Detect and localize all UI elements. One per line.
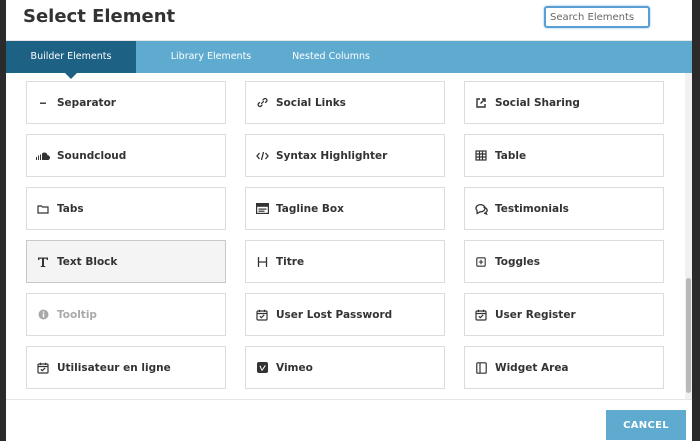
element-card-testimonials[interactable]: Testimonials <box>464 187 664 230</box>
link-icon <box>255 96 269 110</box>
element-label: Widget Area <box>495 361 569 374</box>
calendar-check-icon <box>36 361 50 375</box>
element-label: User Lost Password <box>276 308 393 321</box>
element-label: Text Block <box>57 255 118 268</box>
tab-builder-elements[interactable]: Builder Elements <box>6 41 136 79</box>
element-card-utilisateur-en-ligne[interactable]: Utilisateur en ligne <box>26 346 226 389</box>
element-label: Social Sharing <box>495 96 580 109</box>
tab-bar: Builder Elements Library Elements Nested… <box>6 41 692 79</box>
info-circle-icon <box>36 308 50 322</box>
text-icon <box>36 255 50 269</box>
element-label: Tooltip <box>57 308 97 321</box>
element-card-user-register[interactable]: User Register <box>464 293 664 336</box>
modal-footer: CANCEL <box>6 399 692 441</box>
folder-icon <box>36 202 50 216</box>
separator-icon <box>36 96 50 110</box>
element-card-social-sharing[interactable]: Social Sharing <box>464 81 664 124</box>
element-card-vimeo[interactable]: Vimeo <box>245 346 445 389</box>
element-card-tooltip[interactable]: Tooltip <box>26 293 226 336</box>
element-card-titre[interactable]: Titre <box>245 240 445 283</box>
select-element-modal: Select Element Builder Elements Library … <box>6 0 692 441</box>
grid-scrollbar[interactable] <box>685 73 692 399</box>
element-card-soundcloud[interactable]: Soundcloud <box>26 134 226 177</box>
element-label: Table <box>495 149 527 162</box>
tagline-box-icon <box>255 202 269 216</box>
element-label: User Register <box>495 308 576 321</box>
element-label: Syntax Highlighter <box>276 149 388 162</box>
element-grid: Separator Social Links Social Sharing So… <box>6 73 684 399</box>
soundcloud-icon <box>36 149 50 163</box>
tab-library-elements[interactable]: Library Elements <box>156 41 266 73</box>
element-label: Social Links <box>276 96 346 109</box>
speech-bubble-icon <box>474 202 488 216</box>
element-card-tabs[interactable]: Tabs <box>26 187 226 230</box>
share-icon <box>474 96 488 110</box>
element-card-table[interactable]: Table <box>464 134 664 177</box>
modal-title: Select Element <box>23 6 176 27</box>
plus-square-icon <box>474 255 488 269</box>
element-card-tagline-box[interactable]: Tagline Box <box>245 187 445 230</box>
element-card-user-lost-password[interactable]: User Lost Password <box>245 293 445 336</box>
element-label: Separator <box>57 96 116 109</box>
element-label: Utilisateur en ligne <box>57 361 171 374</box>
element-card-syntax-highlighter[interactable]: Syntax Highlighter <box>245 134 445 177</box>
element-label: Toggles <box>495 255 540 268</box>
cancel-button[interactable]: CANCEL <box>606 410 686 440</box>
element-label: Vimeo <box>276 361 313 374</box>
element-card-text-block[interactable]: Text Block <box>26 240 226 283</box>
modal-header: Select Element <box>6 0 692 41</box>
element-card-social-links[interactable]: Social Links <box>245 81 445 124</box>
tab-nested-columns[interactable]: Nested Columns <box>281 41 381 73</box>
code-icon <box>255 149 269 163</box>
calendar-check-icon <box>474 308 488 322</box>
element-label: Tagline Box <box>276 202 344 215</box>
element-card-toggles[interactable]: Toggles <box>464 240 664 283</box>
vimeo-icon <box>255 361 269 375</box>
calendar-check-icon <box>255 308 269 322</box>
element-label: Testimonials <box>495 202 569 215</box>
element-label: Tabs <box>57 202 84 215</box>
element-label: Soundcloud <box>57 149 127 162</box>
heading-icon <box>255 255 269 269</box>
element-card-widget-area[interactable]: Widget Area <box>464 346 664 389</box>
element-card-separator[interactable]: Separator <box>26 81 226 124</box>
scrollbar-thumb[interactable] <box>686 278 691 393</box>
table-icon <box>474 149 488 163</box>
widget-area-icon <box>474 361 488 375</box>
element-label: Titre <box>276 255 305 268</box>
search-input[interactable] <box>544 6 650 28</box>
